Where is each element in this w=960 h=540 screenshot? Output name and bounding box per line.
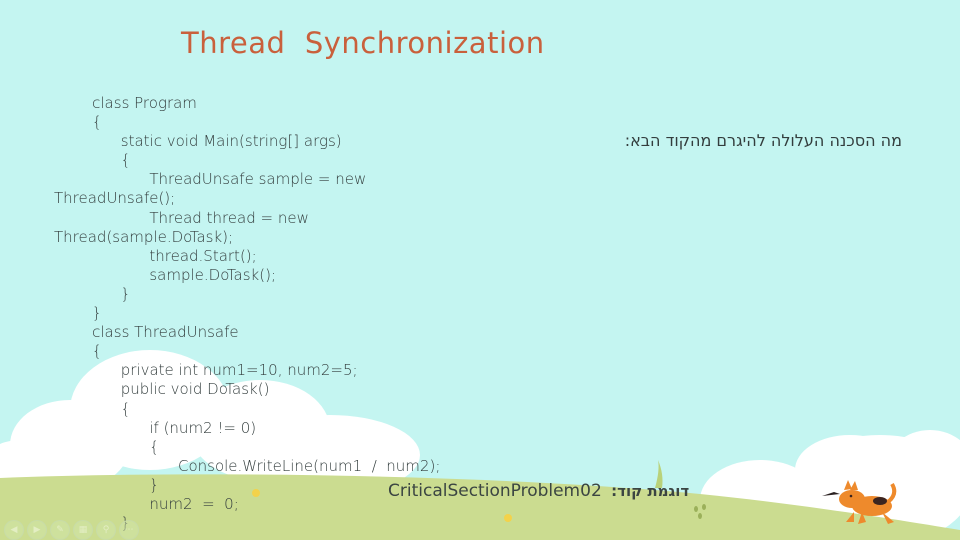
code-line: } xyxy=(54,284,131,303)
code-line: ThreadUnsafe sample = new xyxy=(54,170,367,189)
code-line: static void Main(string[] args) xyxy=(54,132,342,151)
flower-icon xyxy=(504,514,512,522)
code-line: class Program xyxy=(54,94,197,112)
code-block: class Program { static void Main(string[… xyxy=(54,94,440,533)
zoom-icon[interactable]: ⚲ xyxy=(96,520,116,540)
more-icon[interactable]: ⋯ xyxy=(119,520,139,540)
code-line: Thread thread = new xyxy=(54,208,309,227)
slides-icon[interactable]: ▦ xyxy=(73,520,93,540)
pen-icon[interactable]: ✎ xyxy=(50,520,70,540)
example-name: CriticalSectionProblem02 xyxy=(388,481,602,501)
example-label: דוגמת קוד: xyxy=(611,482,690,500)
code-line: { xyxy=(54,342,102,361)
previous-icon[interactable]: ◀ xyxy=(4,520,24,540)
code-line: num2 = 0; xyxy=(54,494,239,513)
slide-title: Thread Synchronization xyxy=(181,26,545,60)
next-icon[interactable]: ▶ xyxy=(27,520,47,540)
code-line: { xyxy=(54,113,102,132)
code-line: { xyxy=(54,151,131,170)
code-line: class ThreadUnsafe xyxy=(54,323,239,342)
code-line: Console.WriteLine(num1 / num2); xyxy=(54,456,441,475)
code-line: thread.Start(); xyxy=(54,246,257,265)
code-line: } xyxy=(54,304,102,323)
question-text: מה הסכנה העלולה להיגרם מהקוד הבא: xyxy=(624,131,902,150)
code-line: ThreadUnsafe(); xyxy=(54,189,176,208)
slideshow-controls: ◀ ▶ ✎ ▦ ⚲ ⋯ xyxy=(4,520,139,540)
code-line: { xyxy=(54,437,159,456)
code-line: Thread(sample.DoTask); xyxy=(54,227,234,246)
code-line: private int num1=10, num2=5; xyxy=(54,361,358,380)
code-line: { xyxy=(54,399,131,418)
code-line: if (num2 != 0) xyxy=(54,418,257,437)
code-line: sample.DoTask(); xyxy=(54,265,276,284)
code-example-reference: CriticalSectionProblem02 דוגמת קוד: xyxy=(388,481,689,501)
code-line: } xyxy=(54,475,159,494)
code-line: public void DoTask() xyxy=(54,380,270,399)
